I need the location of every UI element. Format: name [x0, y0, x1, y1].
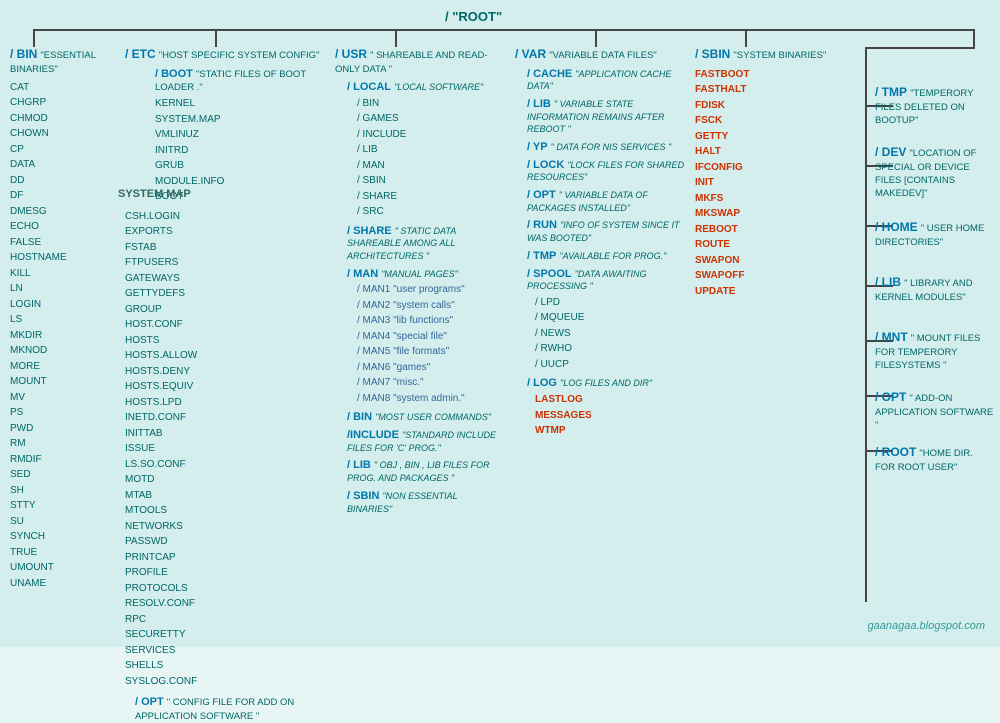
root-label: / "ROOT" [445, 9, 502, 24]
bin-title: / BIN [10, 47, 37, 61]
etc-title: / ETC [125, 47, 156, 61]
usr-sbin: / SBIN "NON ESSENTIAL BINARIES" [347, 490, 500, 515]
var-lock: / LOCK "LOCK FILES FOR SHARED RESOURCES" [527, 159, 685, 184]
usr-title: / USR [335, 47, 367, 61]
root-section: / ROOT "HOME DIR. FOR ROOT USER" [875, 445, 995, 474]
usr-bin-desc: "MOST USER COMMANDS" [375, 412, 491, 422]
lib-section: / LIB " LIBRARY AND KERNEL MODULES" [875, 275, 995, 304]
var-yp: / YP " DATA FOR NIS SERVICES " [527, 141, 685, 154]
run-title: / RUN [527, 219, 557, 231]
share-title: / SHARE [347, 225, 392, 237]
dev-section: / DEV "LOCATION OF SPECIAL OR DEVICE FIL… [875, 145, 995, 201]
usr-lib: / LIB " OBJ , BIN , LIB FILES FOR PROG. … [347, 459, 500, 484]
include-title: /INCLUDE [347, 429, 399, 441]
log-items: LASTLOG MESSAGES WTMP [535, 392, 685, 439]
log-desc: "LOG FILES AND DIR" [560, 378, 652, 388]
system-map-label: SYSTEM MAP [118, 188, 191, 200]
var-tmp: / TMP "AVAILABLE FOR PROG." [527, 250, 685, 263]
root-node: / "ROOT" [445, 9, 502, 24]
var-lib-title: / LIB [527, 98, 551, 110]
var-section: / VAR "VARIABLE DATA FILES" / CACHE "APP… [515, 47, 685, 439]
var-spool: / SPOOL "DATA AWAITING PROCESSING " / LP… [527, 268, 685, 373]
mnt-section: / MNT " MOUNT FILES FOR TEMPERORY FILESY… [875, 330, 1000, 372]
var-tmp-title: / TMP [527, 250, 556, 262]
var-desc: "VARIABLE DATA FILES" [549, 50, 657, 61]
tmp-title: / TMP [875, 85, 907, 99]
main-layout: / "ROOT" / BIN "ESSENTIAL [5, 5, 995, 640]
sbin-title: / SBIN [695, 47, 730, 61]
local-desc: "LOCAL SOFTWARE" [394, 82, 483, 92]
tmp-h-line [865, 47, 975, 49]
var-cache: / CACHE "APPLICATION CACHE DATA" [527, 68, 685, 93]
bin-files: CAT CHGRP CHMOD CHOWN CP DATA DD DF DMES… [10, 80, 125, 592]
home-title: / HOME [875, 220, 918, 234]
root-title: / ROOT [875, 445, 916, 459]
boot-title: / BOOT [155, 68, 193, 80]
tmp-section: / TMP "TEMPERORY FILES DELETED ON BOOTUP… [875, 85, 995, 127]
sbin-desc: "SYSTEM BINARIES" [733, 50, 826, 61]
usr-sbin-title: / SBIN [347, 490, 379, 502]
watermark: gaanagaa.blogspot.com [868, 620, 985, 632]
var-lib: / LIB " VARIABLE STATE INFORMATION REMAI… [527, 98, 685, 136]
local-title: / LOCAL [347, 81, 391, 93]
etc-files: CSH.LOGIN EXPORTS FSTAB FTPUSERS GATEWAY… [125, 209, 325, 690]
bin-v-line [33, 29, 35, 47]
yp-title: / YP [527, 141, 548, 153]
etc-opt-title: / OPT [135, 696, 164, 708]
tmp2-v-line [865, 47, 867, 602]
usr-section: / USR " SHAREABLE AND READ-ONLY DATA " /… [335, 47, 500, 515]
var-opt-title: / OPT [527, 189, 556, 201]
right-v-line [973, 29, 975, 47]
local-items: / BIN / GAMES / INCLUDE / LIB / MAN / SB… [357, 96, 500, 220]
root-h-line [33, 29, 973, 31]
bin-section: / BIN "ESSENTIAL BINARIES" CAT CHGRP CHM… [10, 47, 125, 591]
sbin-section: / SBIN "SYSTEM BINARIES" FASTBOOT FASTHA… [695, 47, 855, 299]
usr-include: /INCLUDE "STANDARD INCLUDE FILES FOR 'C'… [347, 429, 500, 454]
dev-title: / DEV [875, 145, 906, 159]
spool-items: / LPD / MQUEUE / NEWS / RWHO / UUCP [535, 295, 685, 373]
home-section: / HOME " USER HOME DIRECTORIES" [875, 220, 995, 249]
lib-title: / LIB [875, 275, 901, 289]
opt-title: / OPT [875, 390, 906, 404]
lock-title: / LOCK [527, 159, 564, 171]
usr-lib-title: / LIB [347, 459, 371, 471]
yp-desc: " DATA FOR NIS SERVICES " [551, 142, 672, 152]
sbin-files: FASTBOOT FASTHALT FDISK FSCK GETTY HALT … [695, 67, 855, 300]
log-title: / LOG [527, 377, 557, 389]
var-tmp-desc: "AVAILABLE FOR PROG." [559, 251, 666, 261]
usr-local: / LOCAL "LOCAL SOFTWARE" / BIN / GAMES /… [347, 81, 500, 220]
etc-v-line [215, 29, 217, 47]
etc-desc: "HOST SPECIFIC SYSTEM CONFIG" [159, 50, 320, 61]
usr-v-line [395, 29, 397, 47]
var-run: / RUN "INFO OF SYSTEM SINCE IT WAS BOOTE… [527, 219, 685, 244]
usr-share: / SHARE " STATIC DATA SHAREABLE AMONG AL… [347, 225, 500, 263]
spool-title: / SPOOL [527, 268, 572, 280]
page: / "ROOT" / BIN "ESSENTIAL [0, 0, 1000, 647]
usr-man: / MAN "MANUAL PAGES" / MAN1 "user progra… [347, 268, 500, 407]
var-opt: / OPT " VARIABLE DATA OF PACKAGES INSTAL… [527, 189, 685, 214]
usr-bin-title: / BIN [347, 411, 372, 423]
man-title: / MAN [347, 268, 378, 280]
etc-opt-section: / OPT " CONFIG FILE FOR ADD ON APPLICATI… [135, 695, 325, 723]
var-log: / LOG "LOG FILES AND DIR" LASTLOG MESSAG… [527, 377, 685, 438]
sbin-v-line [745, 29, 747, 47]
man-items: / MAN1 "user programs" / MAN2 "system ca… [357, 282, 500, 406]
cache-title: / CACHE [527, 68, 572, 80]
man-desc: "MANUAL PAGES" [381, 269, 458, 279]
var-v-line [595, 29, 597, 47]
opt-section: / OPT " ADD-ON APPLICATION SOFTWARE " [875, 390, 995, 432]
boot-section: / BOOT "STATIC FILES OF BOOT LOADER ." K… [155, 67, 325, 205]
mnt-title: / MNT [875, 330, 908, 344]
etc-section: / ETC "HOST SPECIFIC SYSTEM CONFIG" / BO… [125, 47, 325, 723]
var-title: / VAR [515, 47, 546, 61]
usr-bin: / BIN "MOST USER COMMANDS" [347, 411, 500, 424]
